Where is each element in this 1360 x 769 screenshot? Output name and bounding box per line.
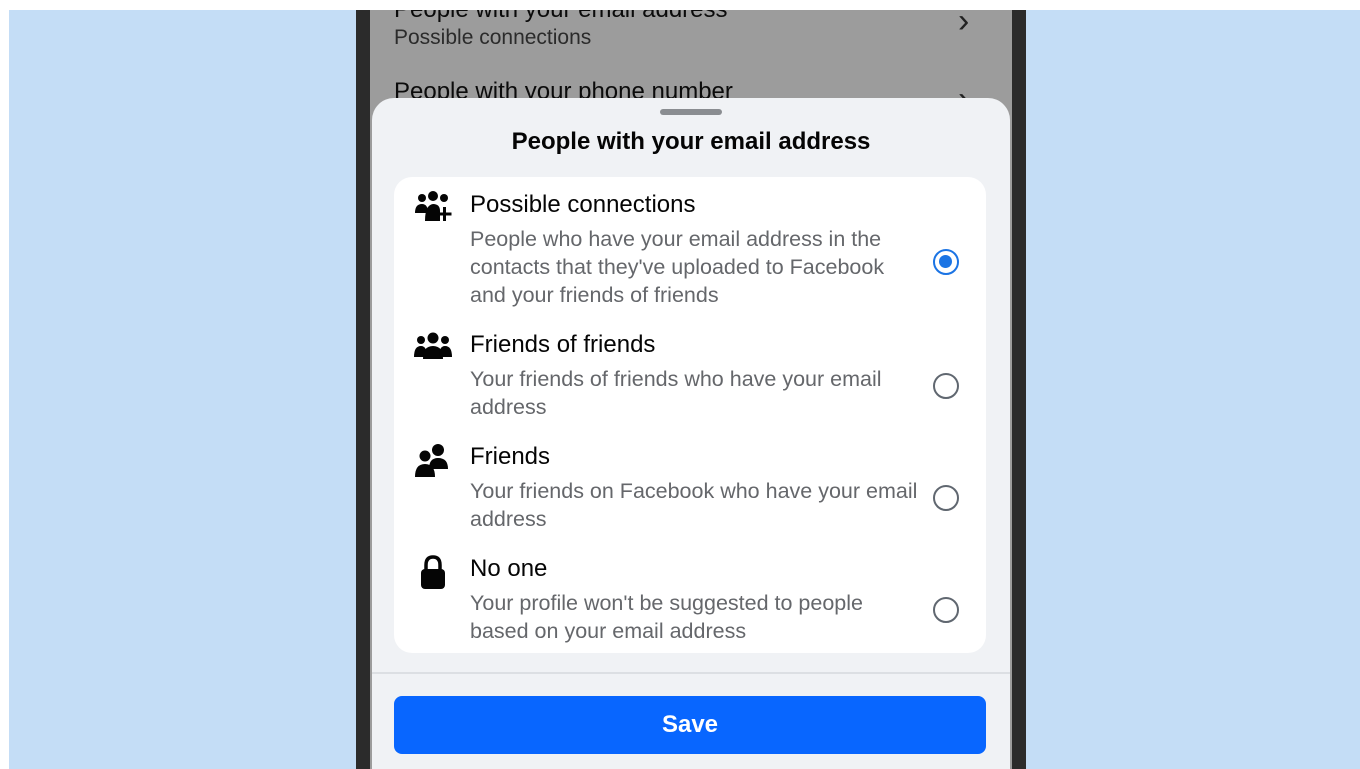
option-possible-connections[interactable]: Possible connections People who have you… — [394, 191, 986, 321]
option-description: Your friends of friends who have your em… — [470, 367, 882, 419]
option-description: People who have your email address in th… — [470, 227, 885, 307]
option-description: Your profile won't be suggested to peopl… — [470, 591, 863, 643]
option-title: Friends — [470, 443, 551, 470]
option-title: Friends of friends — [470, 331, 656, 358]
bottom-sheet: People with your email address Possible … — [372, 98, 1010, 769]
two-people-icon — [415, 444, 448, 477]
option-friends-of-friends[interactable]: Friends of friends Your friends of frien… — [394, 331, 986, 431]
group-icon — [414, 332, 452, 359]
bg-row-email[interactable]: People with your email address Possible … — [394, 10, 954, 50]
bg-row-email-title: People with your email address — [394, 10, 954, 24]
bg-row-email-subtitle: Possible connections — [394, 26, 592, 49]
chevron-right-icon: › — [958, 10, 970, 40]
radio-button[interactable] — [933, 485, 959, 511]
save-button[interactable]: Save — [394, 696, 986, 754]
option-title: No one — [470, 555, 548, 582]
options-card: Possible connections People who have you… — [394, 177, 986, 653]
top-edge — [0, 0, 1360, 10]
radio-button[interactable] — [933, 597, 959, 623]
sheet-title: People with your email address — [511, 128, 871, 155]
option-no-one[interactable]: No one Your profile won't be suggested t… — [394, 555, 986, 655]
option-description: Your friends on Facebook who have your e… — [470, 479, 918, 531]
people-plus-icon — [415, 191, 452, 221]
option-title: Possible connections — [470, 191, 696, 218]
left-edge — [0, 0, 9, 769]
radio-button-selected[interactable] — [933, 249, 959, 275]
drag-handle[interactable] — [660, 109, 722, 115]
radio-button[interactable] — [933, 373, 959, 399]
option-friends[interactable]: Friends Your friends on Facebook who hav… — [394, 443, 986, 543]
phone-frame: People with your email address Possible … — [356, 10, 1026, 769]
lock-icon — [421, 555, 445, 589]
